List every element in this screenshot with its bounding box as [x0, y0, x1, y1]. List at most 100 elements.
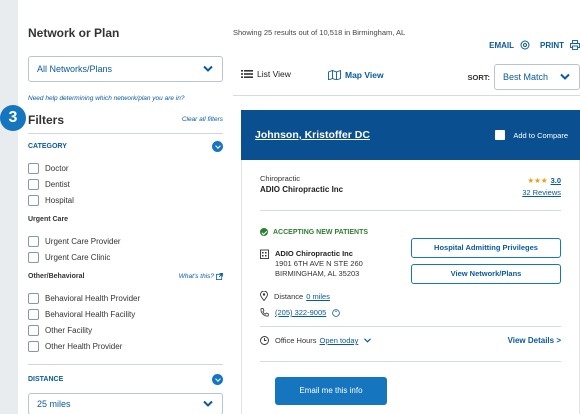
address-name: ADIO Chiropractic Inc [275, 249, 353, 258]
checkbox-box[interactable] [28, 324, 39, 336]
address-block: ADIO Chiropractic Inc 1901 6TH AVE N STE… [260, 249, 363, 279]
list-icon [241, 70, 253, 78]
phone-link[interactable]: (205) 322-9005 [275, 308, 326, 317]
checkbox-label: Hospital [45, 195, 74, 205]
whats-this-label: What's this? [178, 273, 214, 280]
compare-label: Add to Compare [513, 130, 568, 140]
phone-row: (205) 322-9005 [260, 308, 341, 317]
chevron-down-icon [203, 400, 213, 407]
tab-map-view-label: Map View [345, 69, 384, 80]
checkbox-other-facility[interactable]: Other Facility [28, 324, 92, 336]
divider [28, 364, 223, 365]
email-info-button[interactable]: Email me this info [275, 377, 387, 405]
other-behavioral-heading: Other/Behavioral [28, 273, 85, 280]
chevron-down-icon[interactable] [364, 338, 372, 343]
distance-label: Distance [274, 291, 304, 301]
provider-specialty: Chiropractic [260, 174, 301, 183]
chevron-down-icon [560, 73, 570, 80]
office-hours-row: Office Hours Open today [260, 336, 372, 345]
result-actions: EMAIL PRINT [489, 40, 580, 50]
network-select-value: All Networks/Plans [37, 64, 113, 74]
print-link[interactable]: PRINT [540, 41, 564, 50]
network-title: Network or Plan [28, 26, 120, 40]
provider-name-link[interactable]: Johnson, Kristoffer DC [255, 129, 370, 141]
rating: ★★★ 3.0 [527, 176, 561, 185]
distance-collapse-icon[interactable] [212, 374, 223, 385]
network-help-link[interactable]: Need help determining which network/plan… [28, 95, 184, 102]
checkbox-label: Urgent Care Clinic [45, 252, 111, 262]
map-icon [328, 69, 341, 80]
compare-checkbox[interactable] [495, 130, 506, 140]
location-pin-icon [260, 291, 268, 301]
divider [260, 210, 561, 211]
office-hours-link[interactable]: Open today [320, 336, 359, 345]
network-select[interactable]: All Networks/Plans [28, 56, 223, 82]
checkbox-urgent-care-clinic[interactable]: Urgent Care Clinic [28, 251, 110, 263]
divider [260, 326, 561, 327]
distance-heading: DISTANCE [28, 376, 64, 383]
distance-value-link[interactable]: 0 miles [306, 292, 330, 301]
hospital-privileges-button[interactable]: Hospital Admitting Privileges [411, 238, 561, 258]
page: Network or Plan All Networks/Plans Need … [0, 0, 580, 414]
urgent-care-heading: Urgent Care [28, 216, 69, 223]
checkbox-box[interactable] [28, 194, 39, 206]
step-badge: 3 [0, 105, 26, 131]
checkbox-box[interactable] [28, 308, 39, 320]
check-circle-icon [260, 228, 268, 236]
checkbox-label: Behavioral Health Provider [45, 293, 141, 303]
filters-title: Filters [28, 113, 65, 127]
rating-value-link[interactable]: 3.0 [551, 176, 561, 185]
accepting-status: ACCEPTING NEW PATIENTS [260, 228, 368, 236]
results-count: Showing 25 results out of 10,518 in Birm… [233, 28, 406, 37]
checkbox-box[interactable] [28, 178, 39, 190]
tab-map-view[interactable]: Map View [328, 69, 384, 80]
office-hours-label: Office Hours [275, 336, 317, 345]
reviews-link[interactable]: 32 Reviews [522, 188, 561, 197]
email-link[interactable]: EMAIL [489, 41, 514, 50]
checkbox-hospital[interactable]: Hospital [28, 194, 74, 206]
checkbox-urgent-care-provider[interactable]: Urgent Care Provider [28, 235, 121, 247]
checkbox-dentist[interactable]: Dentist [28, 178, 70, 190]
view-details-link[interactable]: View Details > [508, 336, 561, 345]
checkbox-behavioral-health-provider[interactable]: Behavioral Health Provider [28, 292, 140, 304]
address-line-1: 1901 6TH AVE N STE 260 [275, 259, 363, 268]
checkbox-box[interactable] [28, 251, 39, 263]
sort-select-value: Best Match [503, 72, 549, 82]
sort-select[interactable]: Best Match [494, 64, 580, 90]
tab-list-view[interactable]: List View [241, 69, 291, 79]
address-line-2: BIRMINGHAM, AL 35203 [275, 269, 360, 278]
category-heading: CATEGORY [28, 143, 67, 150]
checkbox-label: Other Facility [45, 325, 93, 335]
at-sign-icon[interactable] [520, 40, 530, 50]
category-collapse-icon[interactable] [212, 141, 223, 152]
view-network-plans-button[interactable]: View Network/Plans [411, 264, 561, 284]
add-to-compare[interactable]: Add to Compare [495, 130, 568, 140]
provider-card-body: Chiropractic ADIO Chiropractic Inc ★★★ 3… [241, 160, 580, 414]
clock-icon [260, 336, 269, 345]
provider-card-header: Johnson, Kristoffer DC Add to Compare [241, 110, 580, 160]
divider [260, 361, 561, 362]
divider [28, 133, 223, 134]
printer-icon[interactable] [570, 40, 580, 50]
checkbox-doctor[interactable]: Doctor [28, 162, 69, 174]
distance-row: Distance 0 miles [260, 291, 330, 301]
chevron-down-icon [203, 65, 213, 72]
phone-icon [260, 308, 269, 317]
provider-practice: ADIO Chiropractic Inc [260, 185, 344, 194]
checkbox-label: Behavioral Health Facility [45, 309, 136, 319]
results-panel: Showing 25 results out of 10,518 in Birm… [233, 0, 580, 414]
distance-select-value: 25 miles [37, 399, 71, 409]
star-rating-icon: ★★★ [527, 176, 548, 185]
checkbox-box[interactable] [28, 162, 39, 174]
checkbox-box[interactable] [28, 235, 39, 247]
checkbox-box[interactable] [28, 292, 39, 304]
checkbox-behavioral-health-facility[interactable]: Behavioral Health Facility [28, 308, 135, 320]
checkbox-label: Urgent Care Provider [45, 236, 121, 246]
distance-select[interactable]: 25 miles [28, 393, 223, 414]
clear-all-filters-link[interactable]: Clear all filters [182, 116, 223, 123]
whats-this-link[interactable]: What's this? [179, 273, 223, 280]
accepting-label: ACCEPTING NEW PATIENTS [273, 228, 369, 236]
checkbox-box[interactable] [28, 340, 39, 352]
filter-sidebar: Network or Plan All Networks/Plans Need … [0, 0, 223, 414]
checkbox-other-health-provider[interactable]: Other Health Provider [28, 340, 122, 352]
